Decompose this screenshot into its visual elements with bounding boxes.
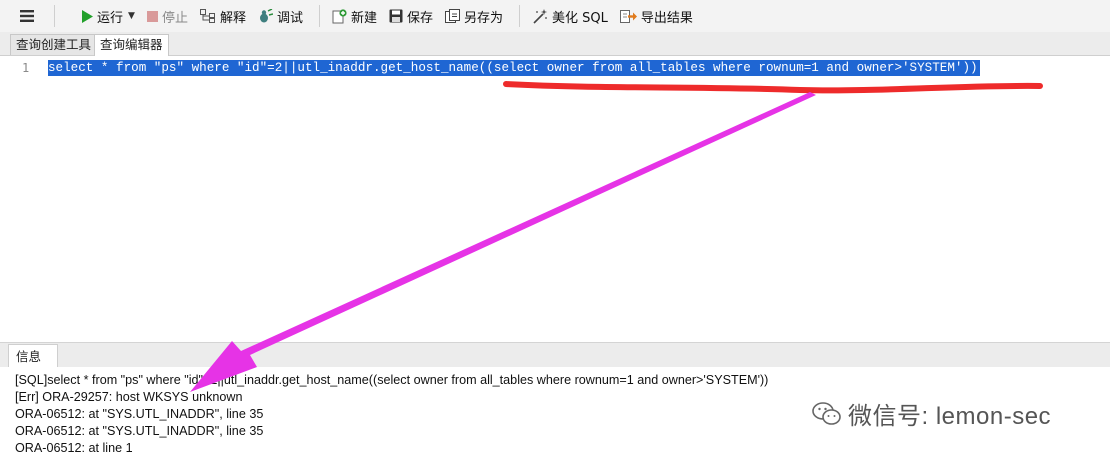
run-button[interactable]: 运行 ▼: [77, 4, 139, 28]
line-number-gutter: 1: [0, 56, 42, 341]
stop-button[interactable]: 停止: [143, 4, 192, 28]
save-as-icon: [445, 8, 461, 23]
tab-query-editor[interactable]: 查询编辑器: [94, 34, 169, 57]
export-results-label: 导出结果: [640, 10, 693, 26]
hamburger-icon[interactable]: [14, 5, 40, 27]
explain-label: 解释: [219, 10, 246, 26]
export-icon: [619, 9, 637, 23]
beautify-sql-button[interactable]: 美化 SQL: [528, 4, 612, 28]
editor-tab-bar: 查询创建工具 查询编辑器: [0, 32, 1110, 57]
toolbar-separator: [54, 5, 55, 27]
run-label: 运行: [97, 10, 124, 26]
sql-code-line[interactable]: select * from "ps" where "id"=2||utl_ina…: [48, 60, 980, 76]
stop-icon: [146, 10, 158, 22]
debug-label: 调试: [276, 10, 303, 26]
toolbar-separator: [318, 5, 320, 27]
new-label: 新建: [350, 10, 377, 26]
stop-label: 停止: [161, 10, 188, 26]
explain-icon: [199, 9, 215, 23]
save-button[interactable]: 保存: [385, 4, 437, 28]
chevron-down-icon[interactable]: ▼: [128, 11, 135, 21]
magic-wand-icon: [533, 8, 548, 24]
export-results-button[interactable]: 导出结果: [616, 4, 697, 28]
beautify-sql-label: 美化 SQL: [552, 10, 608, 26]
new-button[interactable]: 新建: [328, 4, 381, 28]
toolbar: 运行 ▼ 停止 解释 调试 新建 保存 另存为 美化 SQL 导出结果: [0, 0, 1110, 33]
save-label: 保存: [407, 10, 434, 26]
line-number: 1: [22, 61, 30, 75]
wechat-icon: [812, 401, 841, 425]
save-icon: [389, 9, 403, 23]
info-tab-bar: 信息: [0, 342, 1110, 368]
play-icon: [82, 9, 93, 23]
debug-icon: [259, 9, 273, 23]
message-line: ORA-06512: at line 1: [15, 441, 133, 455]
toolbar-separator: [519, 5, 521, 27]
tab-info[interactable]: 信息: [8, 344, 58, 367]
tab-query-builder[interactable]: 查询创建工具: [10, 34, 98, 55]
watermark: 微信号: lemon-sec: [812, 396, 1051, 431]
message-line: ORA-06512: at "SYS.UTL_INADDR", line 35: [15, 424, 264, 438]
message-line: [Err] ORA-29257: host WKSYS unknown: [15, 390, 243, 404]
message-line: [SQL]select * from "ps" where "id"=2||ut…: [15, 373, 769, 387]
save-as-label: 另存为: [464, 10, 504, 26]
save-as-button[interactable]: 另存为: [441, 4, 507, 28]
watermark-text: 微信号: lemon-sec: [848, 403, 1052, 430]
message-line: ORA-06512: at "SYS.UTL_INADDR", line 35: [15, 407, 264, 421]
sql-editor[interactable]: 1 select * from "ps" where "id"=2||utl_i…: [0, 56, 1110, 341]
explain-button[interactable]: 解释: [196, 4, 250, 28]
new-icon: [332, 8, 347, 23]
debug-button[interactable]: 调试: [254, 4, 307, 28]
